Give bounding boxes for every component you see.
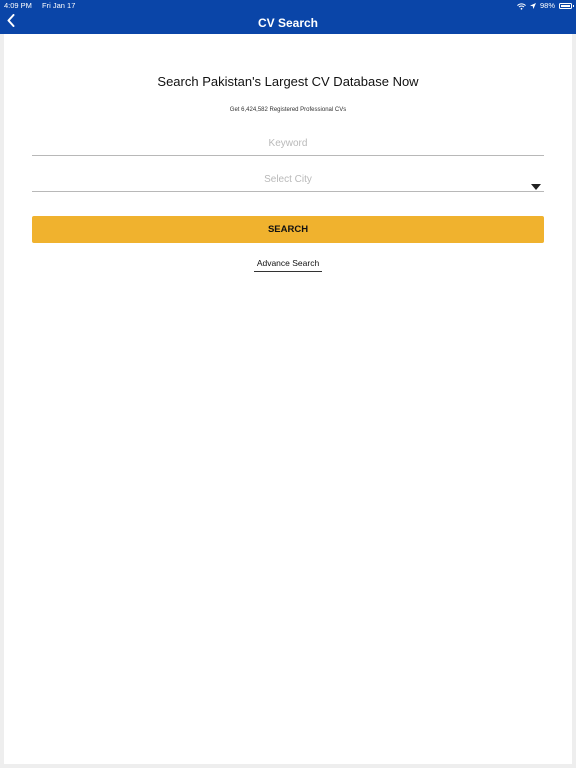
city-select[interactable]: Select City	[32, 168, 544, 192]
dropdown-arrow-icon	[531, 177, 541, 195]
city-select-placeholder: Select City	[264, 174, 312, 185]
battery-icon	[559, 3, 574, 9]
battery-level	[561, 5, 570, 7]
status-bar: 4:09 PM Fri Jan 17 98%	[0, 0, 576, 12]
page-title: CV Search	[257, 16, 319, 30]
search-button[interactable]: SEARCH	[32, 216, 544, 243]
keyword-input[interactable]	[32, 132, 544, 154]
navigation-bar: CV Search	[0, 12, 576, 34]
wifi-icon	[517, 2, 526, 10]
status-time: 4:09 PM	[4, 1, 32, 10]
status-right: 98%	[517, 0, 574, 12]
status-left: 4:09 PM Fri Jan 17	[4, 0, 75, 12]
search-card: Search Pakistan's Largest CV Database No…	[4, 34, 572, 764]
headline: Search Pakistan's Largest CV Database No…	[157, 74, 419, 89]
battery-percent: 98%	[539, 1, 555, 10]
location-arrow-icon	[529, 3, 536, 9]
advance-search-link[interactable]: Advance Search	[254, 258, 322, 272]
keyword-field	[32, 132, 544, 156]
status-date: Fri Jan 17	[42, 1, 76, 10]
content-area: Search Pakistan's Largest CV Database No…	[0, 34, 576, 768]
cv-count-subheadline: Get 6,424,582 Registered Professional CV…	[229, 107, 347, 113]
